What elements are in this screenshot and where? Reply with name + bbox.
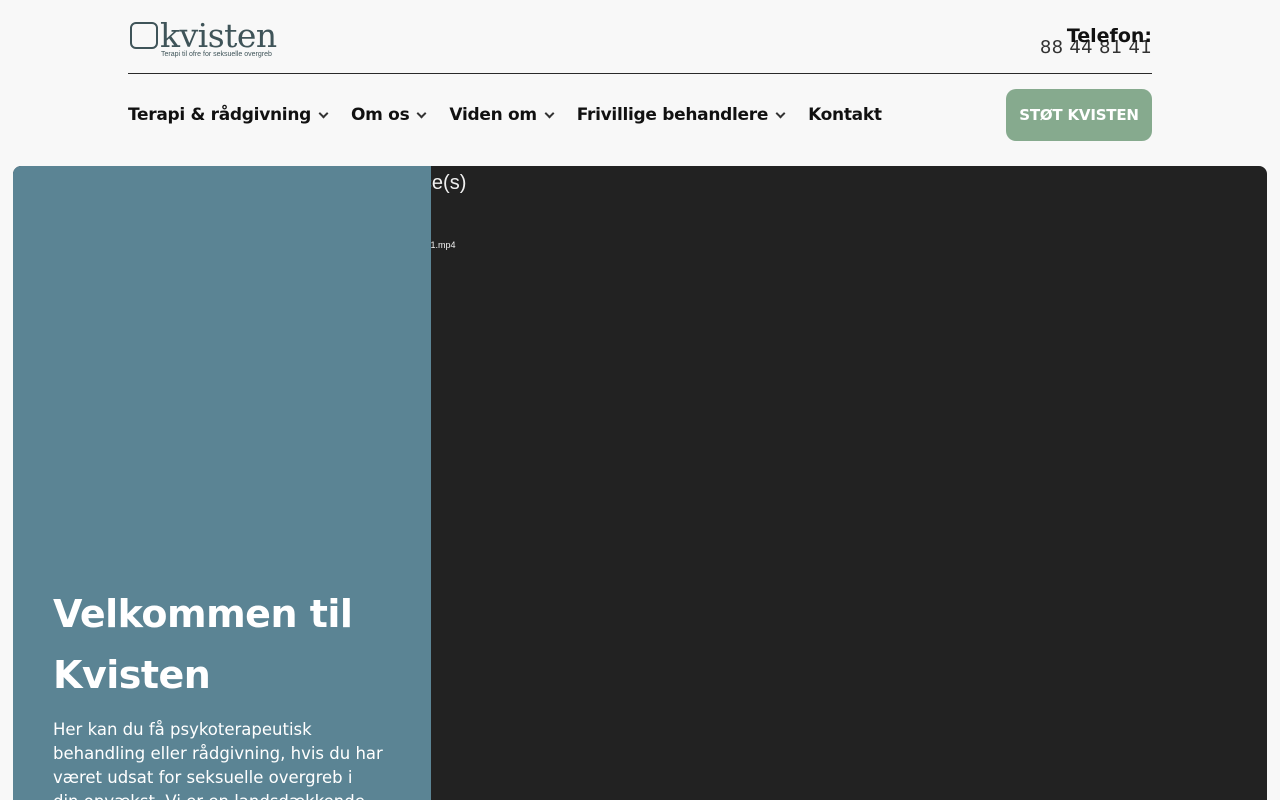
nav-item-label: Viden om	[449, 105, 537, 125]
logo-tagline: Terapi til ofre for seksuelle overgreb	[161, 51, 272, 58]
hero-text-panel: Velkommen til Kvisten Her kan du få psyk…	[13, 166, 431, 800]
nav-item-om-os[interactable]: Om os	[351, 105, 427, 125]
site-header: kvisten Terapi til ofre for seksuelle ov…	[0, 0, 1280, 166]
chevron-down-icon	[416, 108, 427, 119]
nav-item-viden-om[interactable]: Viden om	[449, 105, 555, 125]
logo-wordmark: kvisten	[160, 16, 277, 55]
support-kvisten-button[interactable]: STØT KVISTEN	[1006, 89, 1152, 141]
nav-item-label: Frivillige behandlere	[576, 105, 769, 125]
logo-mark-icon	[130, 22, 158, 49]
phone-label: Telefon:	[1066, 25, 1152, 47]
nav-item-label: Terapi & rådgivning	[128, 105, 311, 125]
hero-title: Velkommen til Kvisten	[53, 592, 353, 697]
chevron-down-icon	[544, 108, 555, 119]
nav-item-label: Kontakt	[808, 105, 882, 125]
nav-item-frivillige[interactable]: Frivillige behandlere	[576, 105, 786, 125]
nav-item-kontakt[interactable]: Kontakt	[808, 105, 882, 125]
kvisten-logo[interactable]: kvisten Terapi til ofre for seksuelle ov…	[128, 16, 278, 64]
header-divider	[128, 73, 1152, 74]
chevron-down-icon	[318, 108, 329, 119]
nav-item-terapi[interactable]: Terapi & rådgivning	[128, 105, 329, 125]
hero-intro-text: Her kan du få psykoterapeutisk behandlin…	[53, 720, 383, 800]
main-navigation: Terapi & rådgivning Om os Viden om Frivi…	[128, 100, 906, 130]
hero-section: ource(s) 13.10_1_1.mp4 Velkommen til Kvi…	[13, 166, 1267, 800]
chevron-down-icon	[775, 108, 786, 119]
nav-item-label: Om os	[351, 105, 410, 125]
